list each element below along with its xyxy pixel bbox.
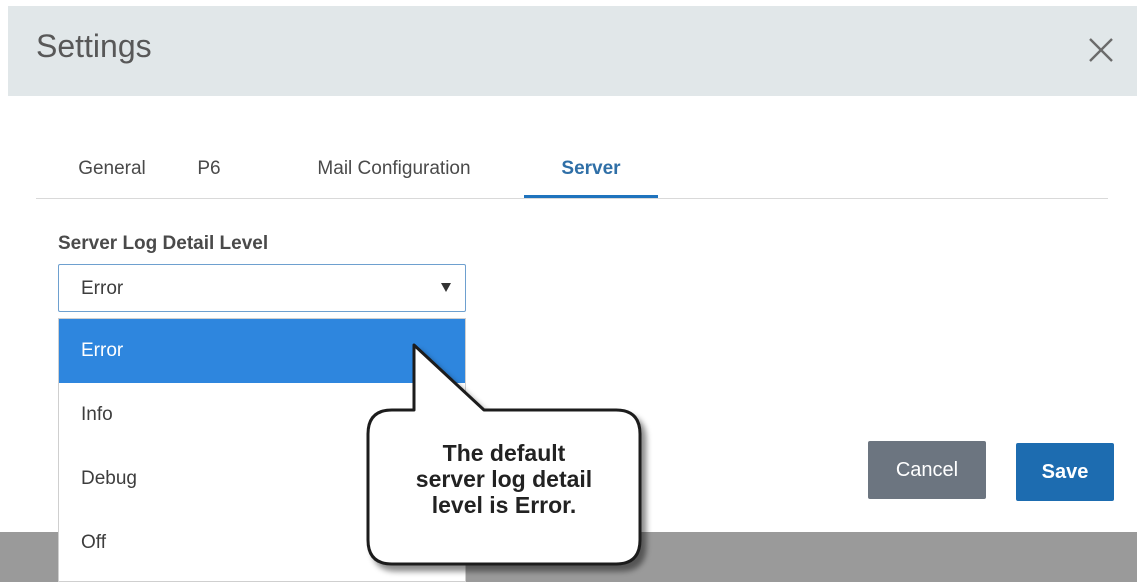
close-icon[interactable]: [1085, 34, 1117, 66]
select-current-value: Error: [81, 278, 124, 299]
server-log-detail-level-label: Server Log Detail Level: [58, 233, 269, 254]
option-off[interactable]: Off: [59, 511, 465, 575]
tab-mail-configuration[interactable]: Mail Configuration: [294, 154, 494, 198]
caret-down-icon: [441, 283, 451, 292]
option-label: Debug: [81, 468, 137, 489]
save-button[interactable]: Save: [1016, 443, 1114, 501]
option-label: Off: [81, 532, 106, 553]
option-info[interactable]: Info: [59, 383, 465, 447]
callout-line: level is Error.: [431, 492, 577, 518]
tab-server[interactable]: Server: [524, 154, 658, 198]
cancel-button[interactable]: Cancel: [868, 441, 986, 499]
callout-line: The default: [442, 440, 566, 466]
callout-line: server log detail: [415, 466, 593, 492]
option-label: Info: [81, 404, 113, 425]
option-label: Error: [81, 340, 124, 361]
option-error[interactable]: Error: [59, 319, 465, 383]
dialog-header: Settings: [8, 6, 1137, 96]
tab-p6[interactable]: P6: [190, 154, 228, 198]
tab-general[interactable]: General: [66, 154, 158, 198]
dialog-title: Settings: [36, 28, 152, 64]
settings-tabs: General P6 Mail Configuration Server: [36, 154, 1108, 199]
callout-text: The default server log detail level is E…: [372, 440, 636, 518]
server-log-level-select[interactable]: Error: [58, 264, 466, 312]
